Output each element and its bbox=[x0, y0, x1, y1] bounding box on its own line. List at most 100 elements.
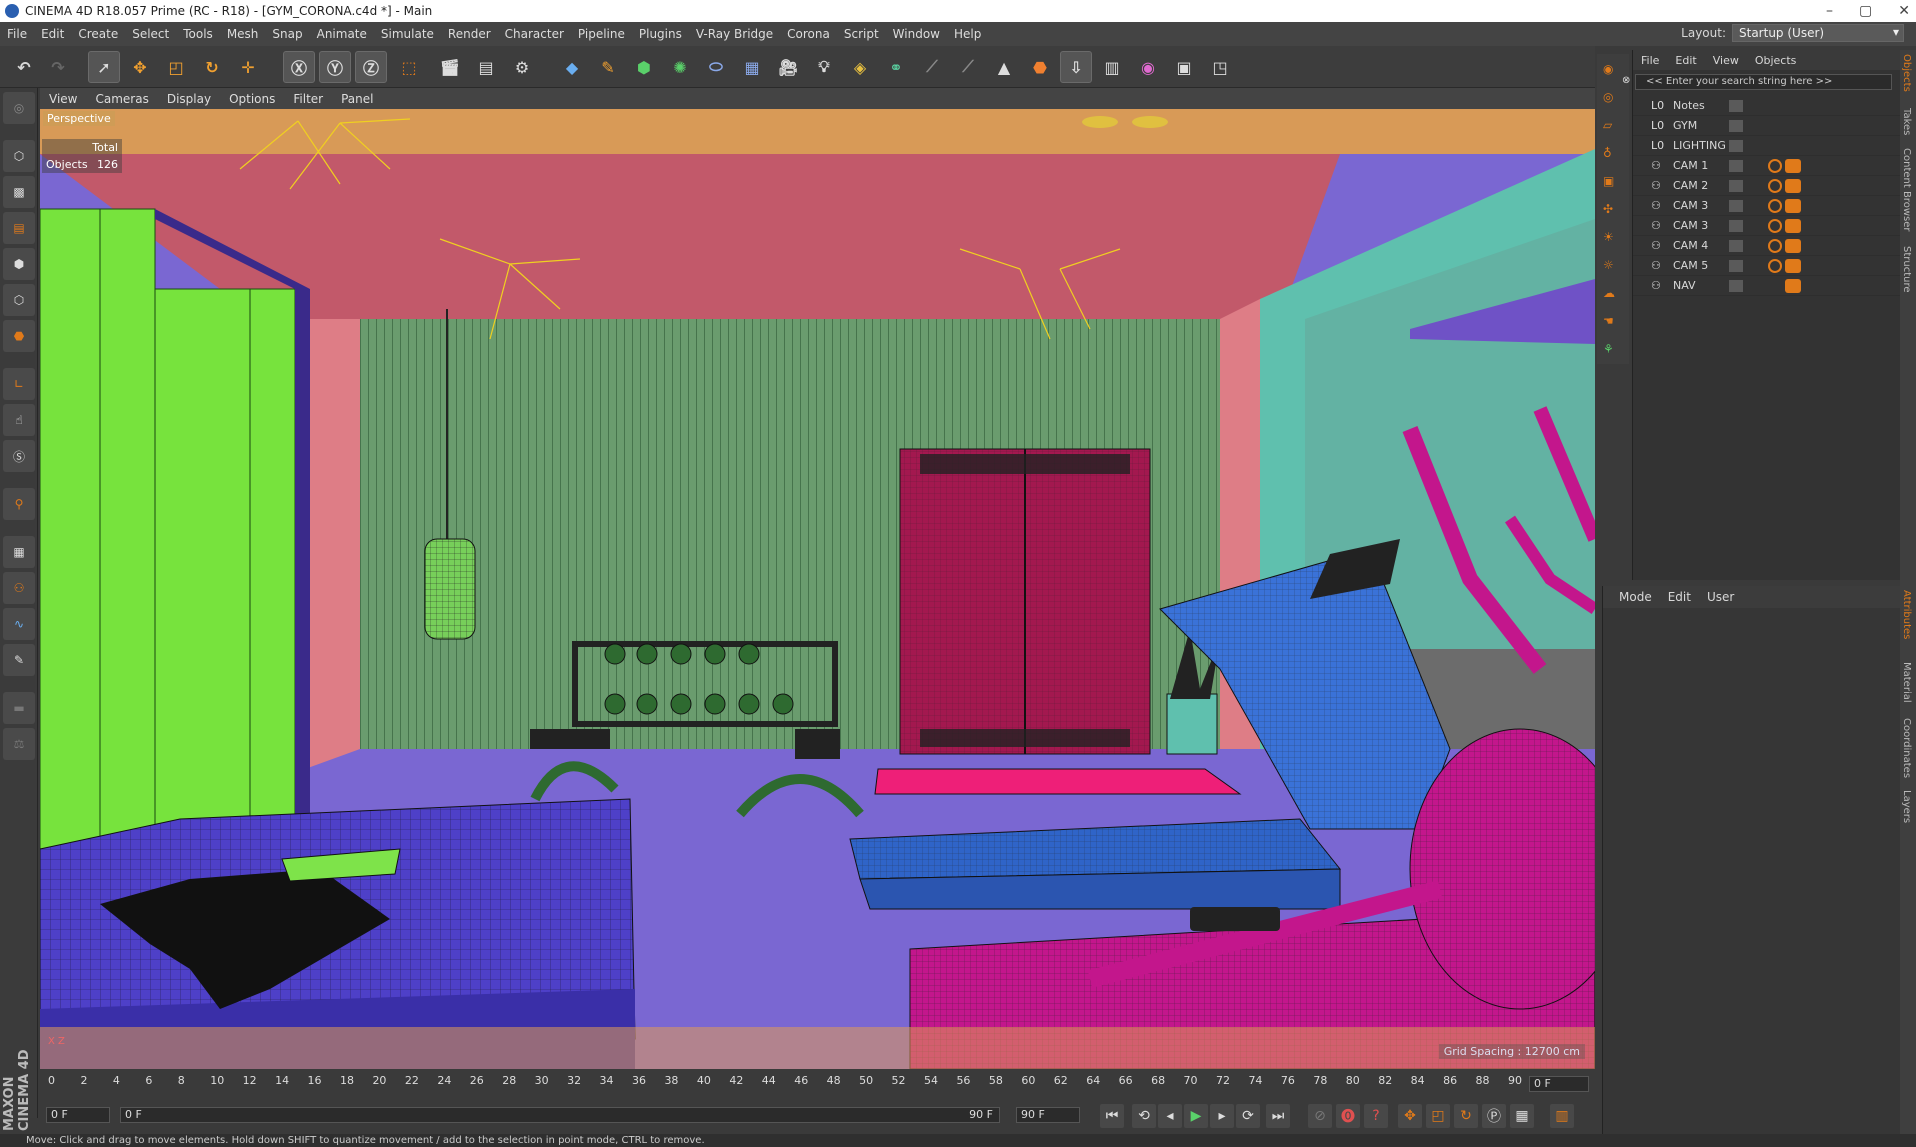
menu-create[interactable]: Create bbox=[71, 27, 125, 41]
menu-render[interactable]: Render bbox=[441, 27, 498, 41]
corona-settings-icon[interactable]: ▥ bbox=[1096, 51, 1128, 83]
corona-render-icon[interactable]: ⇩ bbox=[1060, 51, 1092, 83]
subdivision-surface-icon[interactable]: ⬢ bbox=[628, 51, 660, 83]
light-tool-icon[interactable]: ♁ bbox=[1603, 146, 1612, 160]
menu-snap[interactable]: Snap bbox=[265, 27, 309, 41]
object-row[interactable]: ⚇ CAM 2 bbox=[1633, 176, 1900, 196]
object-row[interactable]: ⚇ CAM 3 bbox=[1633, 196, 1900, 216]
symmetry-icon[interactable]: ⚇ bbox=[3, 572, 35, 604]
protection-tag-icon[interactable] bbox=[1768, 258, 1782, 273]
protection-tag-icon[interactable] bbox=[1768, 158, 1782, 173]
deformer-icon[interactable]: ⬭ bbox=[700, 51, 732, 83]
perspective-viewport[interactable]: Perspective Total Objects 126 X Z Grid Sp… bbox=[40, 109, 1595, 1069]
object-mode-icon[interactable]: ⬡ bbox=[3, 140, 35, 172]
visibility-toggle-icon[interactable] bbox=[1729, 179, 1743, 192]
tab-objects[interactable]: Objects bbox=[1901, 54, 1912, 92]
record-keys-icon[interactable]: ⊘ bbox=[1308, 1104, 1332, 1128]
model-mode-icon[interactable]: ◎ bbox=[3, 92, 35, 124]
key-pla-icon[interactable]: ▦ bbox=[1510, 1104, 1534, 1128]
camera-tag-icon[interactable] bbox=[1785, 278, 1801, 293]
om-menu-edit[interactable]: Edit bbox=[1667, 54, 1704, 67]
texture-mode-icon[interactable]: ▩ bbox=[3, 176, 35, 208]
close-button[interactable]: ✕ bbox=[1898, 0, 1910, 22]
corona-material-icon[interactable]: ⬣ bbox=[1024, 51, 1056, 83]
tweak-mode-icon[interactable]: ☝︎ bbox=[3, 404, 35, 436]
workplane-lock-icon[interactable]: ▦ bbox=[3, 536, 35, 568]
frame-icon[interactable]: ▣ bbox=[1603, 174, 1614, 188]
om-menu-view[interactable]: View bbox=[1705, 54, 1747, 67]
array-generator-icon[interactable]: ✺ bbox=[664, 51, 696, 83]
object-row[interactable]: ⚇ NAV bbox=[1633, 276, 1900, 296]
key-param-icon[interactable]: Ⓟ bbox=[1482, 1104, 1506, 1128]
menu-vray-bridge[interactable]: V-Ray Bridge bbox=[689, 27, 780, 41]
polygon-mode-icon[interactable]: ▲ bbox=[988, 51, 1020, 83]
object-name[interactable]: CAM 2 bbox=[1673, 179, 1708, 192]
edges-mode-icon[interactable]: ⬡ bbox=[3, 284, 35, 316]
cube-primitive-icon[interactable]: ◆ bbox=[556, 51, 588, 83]
sky-icon[interactable]: ☼ bbox=[1603, 258, 1614, 272]
loft-icon[interactable]: ◳ bbox=[1204, 51, 1236, 83]
camera-tag-icon[interactable] bbox=[1785, 218, 1801, 233]
live-select-icon[interactable]: ✛ bbox=[232, 51, 264, 83]
tab-structure[interactable]: Structure bbox=[1901, 246, 1912, 293]
solo-mode-icon[interactable]: Ⓢ bbox=[3, 440, 35, 472]
om-menu-objects[interactable]: Objects bbox=[1747, 54, 1805, 67]
axis-mode-icon[interactable]: ∟ bbox=[3, 368, 35, 400]
object-name[interactable]: CAM 1 bbox=[1673, 159, 1708, 172]
timeline-window-icon[interactable]: ▥ bbox=[1550, 1104, 1574, 1128]
viewport-menu-filter[interactable]: Filter bbox=[284, 92, 332, 106]
visibility-toggle-icon[interactable] bbox=[1729, 99, 1743, 112]
minimize-button[interactable]: – bbox=[1826, 0, 1833, 22]
play-icon[interactable]: ▶ bbox=[1184, 1104, 1208, 1128]
clear-search-icon[interactable]: ⊗ bbox=[1622, 75, 1630, 86]
grid-icon[interactable]: ▬ bbox=[3, 692, 35, 724]
object-row[interactable]: ⚇ CAM 4 bbox=[1633, 236, 1900, 256]
render-settings-icon[interactable]: ⚙ bbox=[506, 51, 538, 83]
color-picker-icon[interactable]: ◉ bbox=[1132, 51, 1164, 83]
viewport-menu-options[interactable]: Options bbox=[220, 92, 284, 106]
protection-tag-icon[interactable] bbox=[1768, 238, 1782, 253]
camera-tag-icon[interactable] bbox=[1785, 178, 1801, 193]
next-key-icon[interactable]: ⟳ bbox=[1236, 1104, 1260, 1128]
maximize-button[interactable]: ▢ bbox=[1859, 0, 1872, 22]
tab-material[interactable]: Material bbox=[1901, 662, 1912, 703]
ipr-icon[interactable]: ◎ bbox=[1603, 90, 1613, 104]
material-icon[interactable]: ▱ bbox=[1603, 118, 1612, 132]
timeline[interactable]: 0 2 4 6 8 10 12 14 16 18 20 22 24 26 28 30 32 34 36 38 40 42 4… bbox=[40, 1070, 1595, 1098]
visibility-toggle-icon[interactable] bbox=[1729, 239, 1743, 252]
key-rotation-icon[interactable]: ↻ bbox=[1454, 1104, 1478, 1128]
render-picture-viewer-icon[interactable]: ▤ bbox=[470, 51, 502, 83]
menu-simulate[interactable]: Simulate bbox=[374, 27, 441, 41]
object-row[interactable]: ⚇ CAM 5 bbox=[1633, 256, 1900, 276]
tab-attributes[interactable]: Attributes bbox=[1901, 590, 1912, 639]
spline-pen-icon[interactable]: ✎ bbox=[592, 51, 624, 83]
redo-icon[interactable]: ↷ bbox=[42, 51, 74, 83]
points-mode-icon[interactable]: ⬢ bbox=[3, 248, 35, 280]
menu-tools[interactable]: Tools bbox=[176, 27, 220, 41]
end-frame-field[interactable]: 90 F bbox=[1016, 1107, 1080, 1123]
object-name[interactable]: Notes bbox=[1673, 99, 1705, 112]
coordinate-system-icon[interactable]: ⬚ bbox=[393, 51, 425, 83]
menu-file[interactable]: File bbox=[0, 27, 34, 41]
goto-start-icon[interactable]: ⏮ bbox=[1100, 1104, 1124, 1128]
keyframe-selection-icon[interactable]: ? bbox=[1364, 1104, 1388, 1128]
protection-tag-icon[interactable] bbox=[1768, 218, 1782, 233]
y-axis-lock-icon[interactable]: Ⓨ bbox=[319, 51, 351, 83]
object-name[interactable]: LIGHTING bbox=[1673, 139, 1726, 152]
menu-animate[interactable]: Animate bbox=[310, 27, 374, 41]
object-name[interactable]: CAM 5 bbox=[1673, 259, 1708, 272]
move-tool-icon[interactable]: ✥ bbox=[124, 51, 156, 83]
visibility-toggle-icon[interactable] bbox=[1729, 119, 1743, 132]
next-frame-icon[interactable]: ▸ bbox=[1210, 1104, 1234, 1128]
menu-script[interactable]: Script bbox=[837, 27, 886, 41]
workplane-mode-icon[interactable]: ▤ bbox=[3, 212, 35, 244]
goto-end-icon[interactable]: ⏭ bbox=[1266, 1104, 1290, 1128]
menu-edit[interactable]: Edit bbox=[34, 27, 71, 41]
current-frame-field[interactable]: 0 F bbox=[1529, 1076, 1589, 1092]
polygons-mode-icon[interactable]: ⬣ bbox=[3, 320, 35, 352]
object-row[interactable]: ⚇ CAM 3 bbox=[1633, 216, 1900, 236]
camera-tag-icon[interactable] bbox=[1785, 258, 1801, 273]
object-row[interactable]: L0 LIGHTING bbox=[1633, 136, 1900, 156]
object-name[interactable]: CAM 4 bbox=[1673, 239, 1708, 252]
visibility-toggle-icon[interactable] bbox=[1729, 259, 1743, 272]
